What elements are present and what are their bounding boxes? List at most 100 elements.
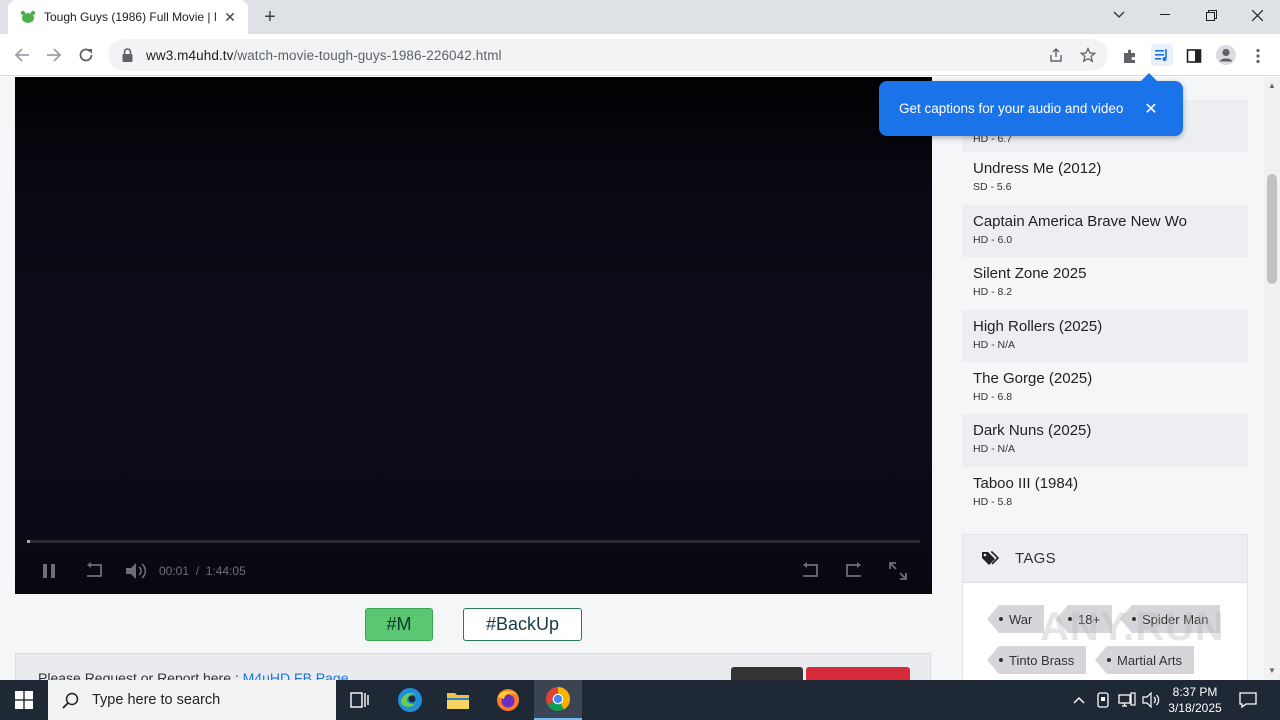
chrome-menu-icon[interactable]	[1248, 46, 1268, 66]
tags-title: TAGS	[1015, 550, 1056, 567]
tab-close-icon[interactable]: ✕	[222, 9, 238, 25]
file-explorer-icon[interactable]	[434, 680, 482, 720]
url-text: ww3.m4uhd.tv/watch-movie-tough-guys-1986…	[146, 48, 502, 63]
browser-tab[interactable]: Tough Guys (1986) Full Movie | N ✕	[8, 0, 248, 34]
scroll-down-icon[interactable]: ▼	[1268, 666, 1276, 675]
live-caption-promo: Get captions for your audio and video ✕	[879, 73, 1183, 136]
movie-title: Dark Nuns (2025)	[973, 422, 1092, 440]
server-switcher: #M #BackUp	[0, 608, 930, 642]
video-progress-bar[interactable]	[27, 540, 920, 543]
tag-martial-arts[interactable]: Martial Arts	[1095, 646, 1195, 674]
scroll-up-icon[interactable]: ▲	[1268, 81, 1276, 90]
fullscreen-icon[interactable]	[885, 559, 911, 583]
report-link[interactable]: M4uHD FB Page	[243, 670, 349, 680]
browser-toolbar: ww3.m4uhd.tv/watch-movie-tough-guys-1986…	[0, 34, 1280, 76]
movie-title: Captain America Brave New Wo	[973, 212, 1187, 230]
volume-icon[interactable]	[123, 559, 149, 583]
movie-meta: HD - 6.8	[973, 390, 1013, 403]
extensions-puzzle-icon[interactable]	[1120, 46, 1140, 66]
promo-close-icon[interactable]: ✕	[1141, 99, 1161, 119]
movie-item[interactable]: Taboo III (1984) HD - 5.8	[962, 467, 1248, 519]
movie-item[interactable]: Undress Me (2012) SD - 5.6	[962, 152, 1248, 204]
volume-tray-icon[interactable]	[1140, 680, 1162, 720]
movie-title: The Gorge (2025)	[973, 369, 1093, 387]
system-clock[interactable]: 8:37 PM 3/18/2025	[1160, 684, 1230, 716]
tab-title: Tough Guys (1986) Full Movie | N	[44, 10, 216, 24]
movie-item[interactable]: High Rollers (2025) HD - N/A	[962, 309, 1248, 362]
movie-meta: HD - 6.0	[973, 233, 1013, 246]
clock-date: 3/18/2025	[1168, 701, 1222, 715]
tag-war[interactable]: War	[987, 605, 1045, 633]
network-icon[interactable]	[1116, 680, 1138, 720]
chrome-taskbar-icon[interactable]	[534, 680, 582, 720]
tag-tinto-brass[interactable]: Tinto Brass	[987, 646, 1087, 674]
edge-browser-icon[interactable]	[386, 680, 434, 720]
current-time: 00:01	[159, 564, 190, 578]
watermark-logo: ANY.RUN	[1040, 605, 1225, 649]
video-progress-fill	[27, 540, 30, 543]
tray-chevron-icon[interactable]	[1068, 680, 1090, 720]
movie-title: High Rollers (2025)	[973, 317, 1103, 335]
movie-item[interactable]: The Gorge (2025) HD - 6.8	[962, 362, 1248, 414]
side-panel-icon[interactable]	[1184, 46, 1204, 66]
clock-time: 8:37 PM	[1172, 685, 1218, 699]
movie-title: Taboo III (1984)	[973, 474, 1079, 492]
scrollbar-thumb[interactable]	[1267, 174, 1277, 284]
movie-title: Undress Me (2012)	[973, 160, 1102, 178]
restore-button[interactable]	[1188, 0, 1234, 30]
tab-strip: Tough Guys (1986) Full Movie | N ✕ +	[0, 0, 1280, 34]
related-movies-list: HD - 6.7 Undress Me (2012) SD - 5.6 Capt…	[962, 100, 1248, 519]
video-timecode: 00:01 / 1:44:05	[159, 564, 246, 578]
forward-button[interactable]	[40, 41, 68, 69]
url-path: /watch-movie-tough-guys-1986-226042.html	[233, 47, 502, 63]
close-window-button[interactable]	[1234, 0, 1280, 30]
movie-meta: HD - N/A	[973, 443, 1015, 456]
bookmark-star-icon[interactable]	[1078, 45, 1098, 65]
tags-header: TAGS	[963, 535, 1247, 583]
firefox-icon[interactable]	[484, 680, 532, 720]
search-placeholder: Type here to search	[92, 692, 221, 708]
profile-avatar-icon[interactable]	[1215, 44, 1237, 66]
report-bar: Please Request or Report here : M4uHD FB…	[15, 653, 931, 680]
report-dark-button[interactable]	[731, 667, 803, 680]
report-label: Please Request or Report here :	[38, 670, 243, 680]
taskbar-search-box[interactable]: Type here to search	[48, 680, 336, 720]
task-view-icon[interactable]	[336, 680, 384, 720]
tab-search-icon[interactable]	[1096, 0, 1142, 30]
movie-item[interactable]: Captain America Brave New Wo HD - 6.0	[962, 204, 1248, 258]
server-button-m[interactable]: #M	[365, 608, 433, 641]
movie-meta: HD - 8.2	[973, 286, 1013, 299]
minimize-button[interactable]	[1142, 0, 1188, 30]
time-separator: /	[195, 564, 200, 578]
notifications-icon[interactable]	[1236, 680, 1260, 720]
url-host: ww3.m4uhd.tv	[146, 47, 234, 63]
movie-meta: HD - 5.8	[973, 495, 1013, 508]
movie-meta: SD - 5.6	[973, 181, 1012, 194]
back-button[interactable]	[8, 41, 36, 69]
promo-message: Get captions for your audio and video	[899, 101, 1124, 116]
windows-start-icon[interactable]	[0, 680, 48, 720]
page-scrollbar[interactable]: ▲ ▼	[1264, 77, 1280, 680]
movie-item[interactable]: Silent Zone 2025 HD - 8.2	[962, 257, 1248, 309]
windows-taskbar: Type here to search 8:37 PM 3/18/2025	[0, 680, 1280, 720]
server-button-backup[interactable]: #BackUp	[463, 608, 582, 641]
lock-icon[interactable]	[122, 48, 136, 62]
duration: 1:44:05	[205, 564, 246, 578]
share-icon[interactable]	[1046, 45, 1066, 65]
video-player[interactable]: 00:01 / 1:44:05	[15, 77, 932, 594]
movie-title: Silent Zone 2025	[973, 265, 1087, 283]
tray-device-icon[interactable]	[1092, 680, 1114, 720]
rewind-10-icon[interactable]	[81, 559, 107, 583]
pause-icon[interactable]	[37, 559, 61, 583]
address-bar[interactable]: ww3.m4uhd.tv/watch-movie-tough-guys-1986…	[108, 39, 1108, 71]
media-controls-icon[interactable]	[1151, 44, 1173, 66]
forward-icon[interactable]	[841, 559, 867, 583]
rewind-icon[interactable]	[797, 559, 823, 583]
tags-icon	[981, 550, 999, 567]
report-red-button[interactable]	[806, 667, 910, 680]
new-tab-button[interactable]: +	[258, 5, 282, 29]
reload-button[interactable]	[72, 41, 100, 69]
site-favicon-icon	[20, 9, 36, 25]
movie-item[interactable]: Dark Nuns (2025) HD - N/A	[962, 414, 1248, 467]
search-icon	[62, 692, 80, 709]
